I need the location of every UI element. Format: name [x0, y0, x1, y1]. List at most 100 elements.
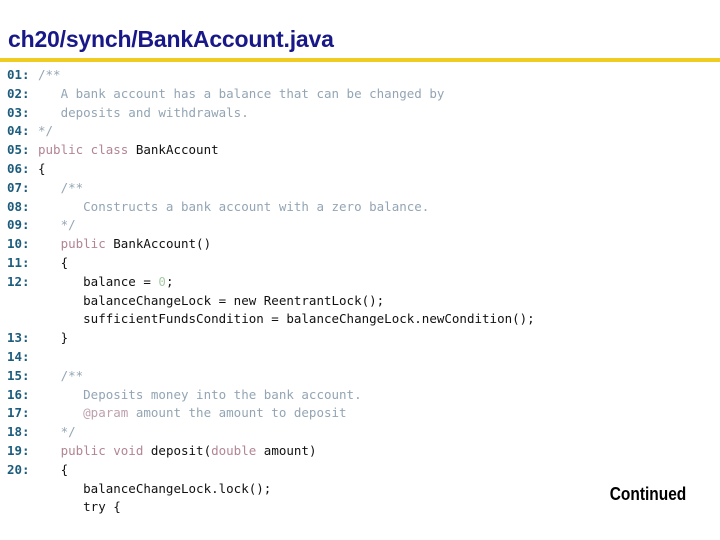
code-token-plain: BankAccount()	[113, 236, 212, 252]
code-line-number: 13:	[7, 330, 30, 346]
code-line: 15: /**	[0, 367, 720, 386]
code-token-plain: {	[38, 254, 69, 270]
code-line-number: 01:	[7, 67, 30, 82]
code-line-number: 04:	[7, 123, 30, 139]
code-line-number: 18:	[7, 424, 30, 440]
code-line-number: 14:	[7, 348, 30, 364]
code-token-comment: Constructs a bank account with a zero ba…	[38, 198, 430, 214]
code-token-plain: balanceChangeLock.lock();	[38, 480, 272, 496]
code-line-number: 16:	[7, 386, 30, 402]
code-line-text: sufficientFundsCondition = balanceChange…	[38, 310, 535, 329]
code-line: 19: public void deposit(double amount)	[0, 442, 720, 461]
code-token-plain: {	[38, 160, 46, 176]
code-token-plain: sufficientFundsCondition = balanceChange…	[38, 311, 535, 327]
code-token-keyword: double	[211, 442, 257, 458]
code-line-text: /**	[38, 367, 84, 386]
code-line-number: 09:	[7, 217, 30, 233]
code-line: 01: /**	[0, 66, 720, 85]
code-line-number: 12:	[7, 273, 30, 289]
code-token-keyword: public void	[38, 442, 151, 458]
code-line: 14:	[0, 348, 720, 367]
code-token-comment: amount the amount to deposit	[135, 405, 347, 421]
code-line: 18: */	[0, 423, 720, 442]
code-line-number: 05:	[7, 142, 30, 158]
code-line: 17: @param amount the amount to deposit	[0, 404, 720, 423]
code-token-plain: {	[38, 461, 69, 477]
code-line-text: Constructs a bank account with a zero ba…	[38, 198, 429, 217]
code-line-number: 07:	[7, 179, 30, 195]
code-line: 03: deposits and withdrawals.	[0, 104, 720, 123]
code-line-text: A bank account has a balance that can be…	[38, 85, 445, 104]
code-line: 05: public class BankAccount	[0, 141, 720, 160]
code-line-number: 08:	[7, 198, 30, 214]
code-line: 10: public BankAccount()	[0, 235, 720, 254]
code-line-text: {	[38, 160, 46, 179]
code-token-plain: deposit(	[150, 442, 212, 458]
code-line-number: 10:	[7, 236, 30, 252]
code-token-comment: Deposits money into the bank account.	[38, 386, 362, 402]
code-line: 07: /**	[0, 179, 720, 198]
code-token-plain: balanceChangeLock = new ReentrantLock();	[38, 292, 385, 308]
code-token-doctag: @param	[38, 405, 136, 421]
code-line-text: Deposits money into the bank account.	[38, 386, 362, 405]
code-line-text: public BankAccount()	[38, 235, 212, 254]
code-token-number: 0	[158, 273, 166, 289]
code-token-plain: try {	[38, 499, 121, 515]
code-token-comment: deposits and withdrawals.	[38, 104, 249, 120]
code-token-plain: }	[38, 330, 69, 346]
code-listing: 01: /** 02: A bank account has a balance t…	[0, 66, 720, 540]
code-line-number: 17:	[7, 405, 30, 421]
code-line: sufficientFundsCondition = balanceChange…	[0, 310, 720, 329]
code-line: 16: Deposits money into the bank account…	[0, 386, 720, 405]
code-line-number: 06:	[7, 160, 30, 176]
title-divider	[0, 58, 720, 62]
code-token-comment: */	[38, 123, 54, 139]
code-line-text: {	[38, 254, 69, 273]
code-line-text: {	[38, 461, 69, 480]
code-token-comment: /**	[38, 179, 84, 195]
code-line: 08: Constructs a bank account with a zer…	[0, 198, 720, 217]
code-line-number: 11:	[7, 254, 30, 270]
code-token-plain: amount)	[256, 442, 317, 458]
code-token-comment: /**	[38, 367, 84, 383]
code-line: 11: {	[0, 254, 720, 273]
code-token-keyword: public	[38, 236, 114, 252]
code-line-number: 19:	[7, 442, 30, 458]
code-line-text: }	[38, 329, 69, 348]
code-line-text: try {	[38, 498, 121, 517]
code-token-keyword: public class	[38, 142, 136, 158]
code-token-plain: BankAccount	[135, 142, 219, 158]
code-line-text: /**	[38, 66, 61, 85]
code-token-comment: A bank account has a balance that can be…	[38, 85, 445, 101]
code-line-text: public void deposit(double amount)	[38, 442, 317, 461]
code-line-text: /**	[38, 179, 84, 198]
code-token-plain: balance =	[38, 273, 159, 289]
code-line-number: 02:	[7, 85, 30, 101]
code-line: 20: {	[0, 461, 720, 480]
code-token-plain: ;	[165, 273, 174, 289]
code-line-text: balance = 0;	[38, 273, 173, 292]
code-line: 06: {	[0, 160, 720, 179]
code-line-text: deposits and withdrawals.	[38, 104, 249, 123]
code-line-text: @param amount the amount to deposit	[38, 404, 347, 423]
code-line-number: 15:	[7, 367, 30, 383]
code-line-text: balanceChangeLock = new ReentrantLock();	[38, 292, 384, 311]
code-line-text: balanceChangeLock.lock();	[38, 480, 271, 499]
code-token-comment: */	[38, 424, 76, 440]
code-line: balanceChangeLock = new ReentrantLock();	[0, 292, 720, 311]
code-line-text: */	[38, 423, 76, 442]
code-token-comment: */	[38, 217, 76, 233]
slide-header: ch20/synch/BankAccount.java	[0, 0, 720, 63]
code-line: 13: }	[0, 329, 720, 348]
code-line: 02: A bank account has a balance that ca…	[0, 85, 720, 104]
code-line-number: 03:	[7, 104, 30, 120]
continued-label: Continued	[609, 484, 687, 504]
code-line-text: */	[38, 216, 76, 235]
code-line-number: 20:	[7, 461, 30, 477]
page-title: ch20/synch/BankAccount.java	[8, 26, 334, 52]
code-line-text: public class BankAccount	[38, 141, 219, 160]
code-line: 12: balance = 0;	[0, 273, 720, 292]
code-token-comment: /**	[38, 67, 61, 82]
code-line: 04: */	[0, 122, 720, 141]
code-line-text: */	[38, 122, 53, 141]
